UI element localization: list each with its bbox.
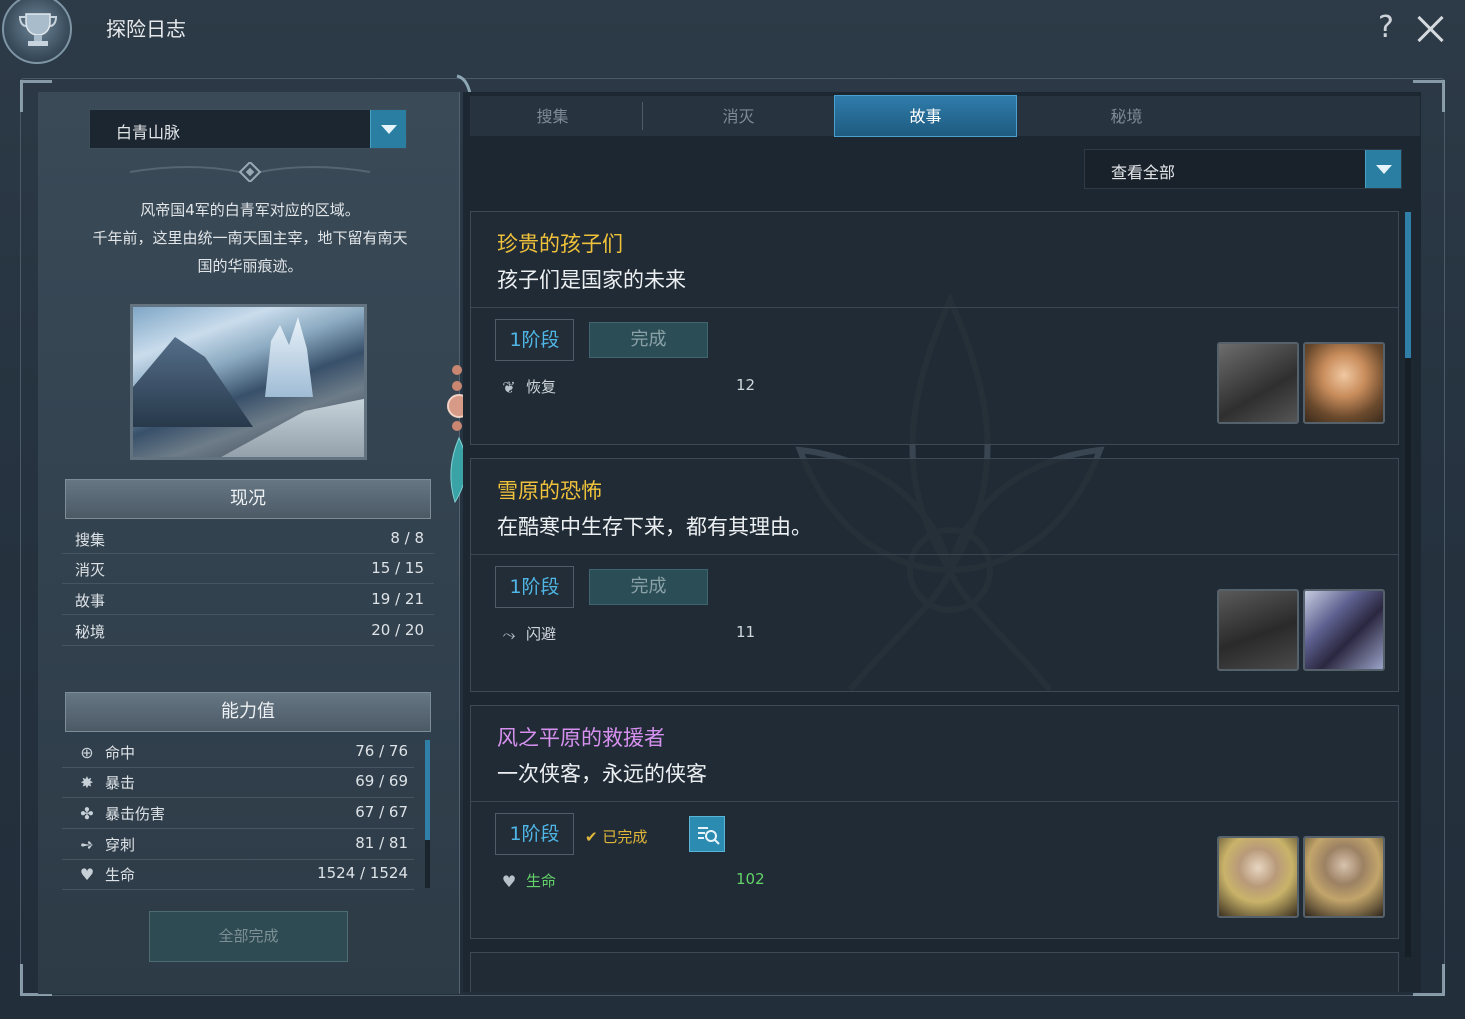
heart-icon: ♥ <box>79 865 95 884</box>
close-icon[interactable] <box>1416 14 1446 44</box>
quest-card[interactable] <box>470 952 1399 992</box>
quest-card-header: 风之平原的救援者 一次侠客，永远的侠客 <box>471 706 1398 802</box>
adventure-log-window: 探险日志 ? 白青山脉 风帝国4军的白青军对应的区域。 千年前，这里由统一南天国… <box>0 0 1465 1019</box>
filter-dropdown-value: 查看全部 <box>1111 163 1176 182</box>
status-row: 秘境 20 / 20 <box>62 616 434 646</box>
status-label: 故事 <box>75 592 106 610</box>
status-value: 20 / 20 <box>371 621 424 639</box>
complete-button[interactable]: 完成 <box>589 322 708 358</box>
region-description-line: 国的华丽痕迹。 <box>197 257 303 275</box>
view-details-button[interactable] <box>689 816 725 852</box>
quest-name: 风之平原的救援者 <box>497 726 665 750</box>
trophy-emblem-icon <box>2 0 72 64</box>
ability-row: ✤ 暴击伤害 67 / 67 <box>62 798 414 829</box>
status-value: 8 / 8 <box>390 529 424 547</box>
reward-label: 闪避 <box>526 625 557 643</box>
quest-subtitle: 孩子们是国家的未来 <box>497 268 686 292</box>
status-header: 现况 <box>65 479 431 519</box>
region-description: 风帝国4军的白青军对应的区域。 千年前，这里由统一南天国主宰，地下留有南天 国的… <box>70 196 430 280</box>
critical-icon: ✸ <box>80 773 94 792</box>
ability-row: ✸ 暴击 69 / 69 <box>62 767 414 798</box>
pierce-icon: ➺ <box>80 835 94 854</box>
filter-dropdown[interactable]: 查看全部 <box>1084 149 1402 189</box>
quest-card[interactable]: 珍贵的孩子们 孩子们是国家的未来 1阶段 完成 ❦ 恢复 12 <box>470 211 1399 445</box>
status-row: 消灭 15 / 15 <box>62 554 434 584</box>
critical-damage-icon: ✤ <box>80 804 94 823</box>
window-title: 探险日志 <box>106 17 186 41</box>
check-icon: ✔ <box>585 828 598 846</box>
portrait-elder <box>1217 836 1299 918</box>
portrait-elder-scroll <box>1303 836 1385 918</box>
tab-eliminate[interactable]: 消灭 <box>676 96 801 136</box>
title-bar: 探险日志 ? <box>0 0 1465 64</box>
quest-card[interactable]: 风之平原的救援者 一次侠客，永远的侠客 1阶段 ✔ 已完成 ♥ 生命 102 <box>470 705 1399 939</box>
divider-ornament <box>130 162 370 182</box>
region-description-line: 千年前，这里由统一南天国主宰，地下留有南天 <box>92 229 408 247</box>
region-dropdown-value: 白青山脉 <box>116 123 181 142</box>
portrait-child <box>1303 342 1385 424</box>
status-label: 搜集 <box>75 531 106 549</box>
ability-label: 穿刺 <box>105 836 136 854</box>
region-description-line: 风帝国4军的白青军对应的区域。 <box>140 201 360 219</box>
quest-subtitle: 一次侠客，永远的侠客 <box>497 762 707 786</box>
portrait-villagers <box>1217 589 1299 671</box>
ability-label: 命中 <box>105 744 136 762</box>
stage-badge[interactable]: 1阶段 <box>495 319 574 361</box>
search-list-icon <box>698 827 720 845</box>
reward-label: 生命 <box>526 872 557 890</box>
complete-button[interactable]: 完成 <box>589 569 708 605</box>
portrait-beast <box>1303 589 1385 671</box>
chevron-down-icon[interactable] <box>1365 150 1401 188</box>
status-value: 15 / 15 <box>371 559 424 577</box>
stage-badge[interactable]: 1阶段 <box>495 813 574 855</box>
abilities-header: 能力值 <box>65 692 431 732</box>
complete-all-button[interactable]: 全部完成 <box>149 911 348 962</box>
status-label: 秘境 <box>75 623 106 641</box>
ability-label: 生命 <box>105 866 136 884</box>
ability-row: ⊕ 命中 76 / 76 <box>62 737 414 768</box>
region-image <box>130 304 367 460</box>
ability-value: 67 / 67 <box>355 803 408 821</box>
tab-bar: 搜集 消灭 故事 秘境 <box>470 95 1420 137</box>
reward-value: 102 <box>736 870 765 888</box>
portrait-prisoners <box>1217 342 1299 424</box>
reward-value: 12 <box>736 376 756 394</box>
ability-label: 暴击 <box>105 774 136 792</box>
tab-story[interactable]: 故事 <box>834 95 1017 137</box>
ability-value: 81 / 81 <box>355 834 408 852</box>
tab-collect[interactable]: 搜集 <box>490 96 615 136</box>
heart-icon: ♥ <box>501 872 517 891</box>
abilities-scrollbar[interactable] <box>425 740 430 888</box>
help-button[interactable]: ? <box>1378 10 1394 45</box>
quest-card[interactable]: 雪原的恐怖 在酷寒中生存下来，都有其理由。 1阶段 完成 ⤳ 闪避 11 <box>470 458 1399 692</box>
ability-row: ♥ 生命 1524 / 1524 <box>62 859 414 890</box>
ability-value: 69 / 69 <box>355 772 408 790</box>
stage-badge[interactable]: 1阶段 <box>495 566 574 608</box>
status-row: 故事 19 / 21 <box>62 585 434 615</box>
completed-status: ✔ 已完成 <box>585 826 647 847</box>
ability-label: 暴击伤害 <box>105 805 166 823</box>
reward-value: 11 <box>736 623 756 641</box>
quest-list-scrollbar[interactable] <box>1405 212 1411 957</box>
quest-subtitle: 在酷寒中生存下来，都有其理由。 <box>497 515 812 539</box>
reward-label: 恢复 <box>526 378 557 396</box>
accuracy-icon: ⊕ <box>80 743 94 762</box>
ability-value: 76 / 76 <box>355 742 408 760</box>
ability-value: 1524 / 1524 <box>317 864 408 882</box>
evasion-icon: ⤳ <box>502 625 516 644</box>
quest-name: 雪原的恐怖 <box>497 479 602 503</box>
ability-row: ➺ 穿刺 81 / 81 <box>62 829 414 860</box>
status-label: 消灭 <box>75 561 106 579</box>
status-value: 19 / 21 <box>371 590 424 608</box>
region-dropdown[interactable]: 白青山脉 <box>89 109 407 149</box>
quest-name: 珍贵的孩子们 <box>497 232 623 256</box>
status-row: 搜集 8 / 8 <box>62 524 434 554</box>
quest-card-header: 雪原的恐怖 在酷寒中生存下来，都有其理由。 <box>471 459 1398 555</box>
completed-label: 已完成 <box>602 828 648 846</box>
chevron-down-icon[interactable] <box>370 110 406 148</box>
quest-card-header: 珍贵的孩子们 孩子们是国家的未来 <box>471 212 1398 308</box>
recovery-icon: ❦ <box>502 378 516 397</box>
tab-secret-realm[interactable]: 秘境 <box>1064 96 1189 136</box>
